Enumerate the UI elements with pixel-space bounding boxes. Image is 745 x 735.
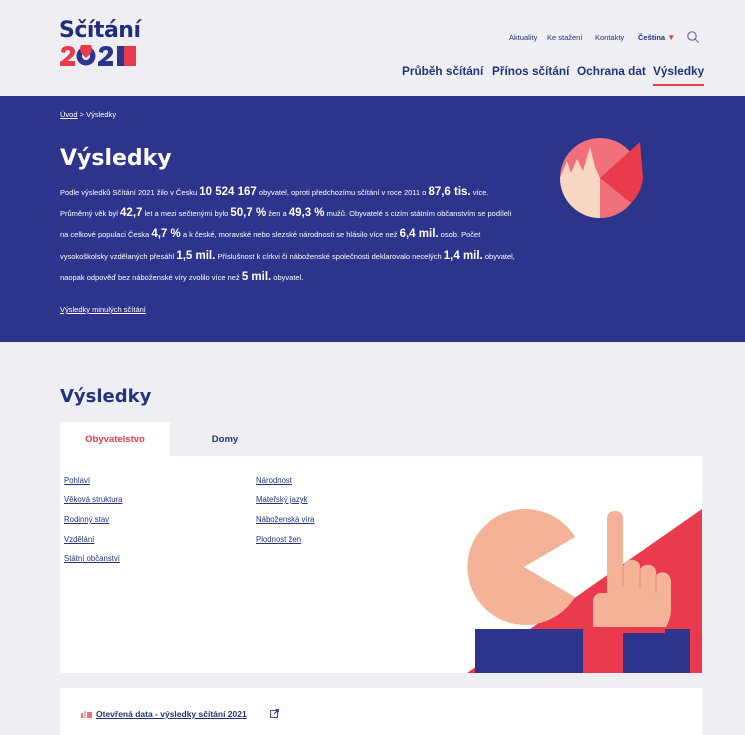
- hero-banner: Úvod > Výsledky Výsledky Podle výsledků …: [0, 96, 745, 342]
- link-matersky-jazyk[interactable]: Mateřský jazyk: [256, 495, 308, 504]
- open-data-icon: [81, 711, 92, 718]
- stat-population: 10 524 167: [199, 186, 257, 198]
- open-data-link[interactable]: Otevřená data - výsledky sčítání 2021: [96, 709, 247, 719]
- stat-average-age: 42,7: [120, 207, 143, 220]
- pie-chart-illustration: [560, 138, 643, 218]
- link-nabozenska-vira[interactable]: Náboženská víra: [256, 515, 315, 524]
- link-pohlavi[interactable]: Pohlaví: [64, 476, 90, 485]
- summary-text: Příslušnost k církvi či náboženské spole…: [215, 251, 444, 261]
- breadcrumb: Úvod > Výsledky: [60, 110, 116, 119]
- language-selector[interactable]: Čeština ▼: [638, 33, 675, 42]
- stat-women: 50,7 %: [230, 207, 267, 220]
- link-vzdelani[interactable]: Vzdělání: [64, 535, 94, 544]
- site-header: Sčítání Aktuality Ke stažení Kontakty Če…: [0, 0, 745, 96]
- open-data-card: Otevřená data - výsledky sčítání 2021: [60, 688, 702, 735]
- stat-no-religion: 5 mil.: [241, 270, 272, 283]
- stat-foreigners: 4,7 %: [151, 228, 181, 241]
- link-rodinny-stav[interactable]: Rodinný stav: [64, 515, 109, 524]
- logo-year-graphic: [59, 45, 139, 67]
- page-title: Výsledky: [60, 146, 172, 171]
- summary-text: obyvatel, oproti předchozímu sčítání v r…: [256, 188, 429, 197]
- hero-summary: Podle výsledků Sčítání 2021 žilo v Česku…: [60, 182, 515, 288]
- summary-text: let a mezi sečtenými bylo: [142, 209, 231, 219]
- past-results-link[interactable]: Výsledky minulých sčítání: [60, 305, 146, 314]
- stat-religious: 1,4 mil.: [443, 249, 483, 262]
- hand-pointer-icon: [467, 509, 702, 673]
- tab-obyvatelstvo[interactable]: Obyvatelstvo: [60, 422, 170, 456]
- nav-ochrana-dat[interactable]: Ochrana dat: [577, 64, 646, 78]
- nav-vysledky[interactable]: Výsledky: [653, 64, 705, 86]
- results-section-title: Výsledky: [60, 386, 152, 407]
- nav-kontakty[interactable]: Kontakty: [595, 33, 624, 42]
- link-vekova-struktura[interactable]: Věková struktura: [64, 495, 123, 504]
- search-icon[interactable]: [686, 30, 700, 44]
- nav-aktuality[interactable]: Aktuality: [509, 33, 537, 42]
- link-narodnost[interactable]: Národnost: [256, 476, 292, 485]
- logo-text: Sčítání: [59, 18, 141, 43]
- link-plodnost-zen[interactable]: Plodnost žen: [256, 535, 301, 544]
- external-link-icon[interactable]: [270, 709, 279, 718]
- breadcrumb-home-link[interactable]: Úvod: [60, 110, 78, 119]
- stat-university: 1,5 mil.: [176, 249, 216, 262]
- stat-increase: 87,6 tis.: [428, 186, 471, 198]
- nav-prubeh-scitani[interactable]: Průběh sčítání: [402, 64, 483, 78]
- chevron-down-icon: ▼: [667, 33, 676, 42]
- breadcrumb-current: Výsledky: [86, 110, 117, 119]
- language-label: Čeština: [638, 33, 666, 42]
- breadcrumb-separator: >: [77, 110, 87, 119]
- summary-text: a k české, moravské nebo slezské národno…: [180, 230, 400, 240]
- nav-ke-stazeni[interactable]: Ke stažení: [547, 33, 582, 42]
- stat-nationality: 6,4 mil.: [399, 228, 439, 241]
- stat-men: 49,3 %: [288, 207, 325, 220]
- link-statni-obcanstvi[interactable]: Státní občanství: [64, 554, 120, 563]
- tab-domy[interactable]: Domy: [170, 422, 280, 456]
- nav-prinos-scitani[interactable]: Přínos sčítání: [492, 64, 569, 78]
- results-panel: Pohlaví Věková struktura Rodinný stav Vz…: [60, 456, 702, 673]
- summary-text: obyvatel.: [271, 272, 304, 282]
- summary-text: Podle výsledků Sčítání 2021 žilo v Česku: [60, 188, 200, 197]
- logo[interactable]: Sčítání: [59, 18, 141, 74]
- summary-text: žen a: [266, 209, 289, 219]
